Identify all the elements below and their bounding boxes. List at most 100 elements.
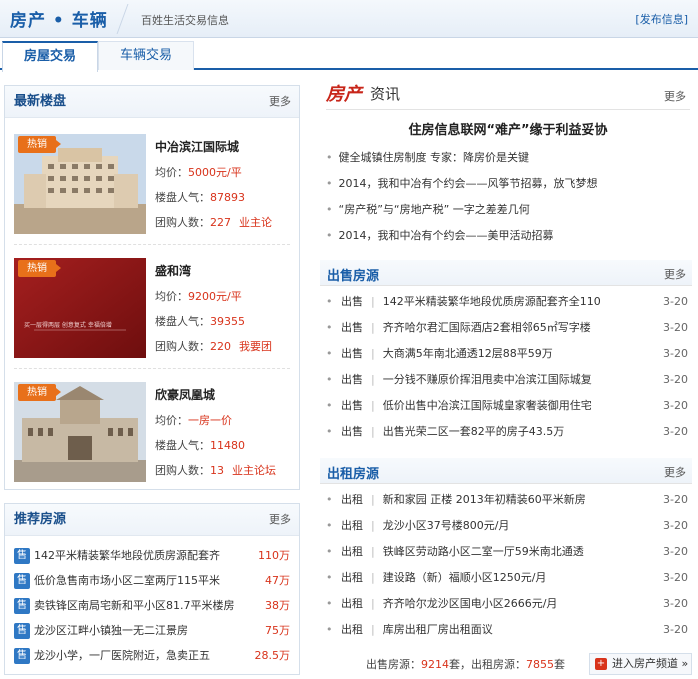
latest-estates-more-link[interactable]: 更多 xyxy=(269,86,291,118)
sale-tag-icon: 售 xyxy=(14,548,30,564)
listing-title[interactable]: 一分钱不赚原价挥泪甩卖中冶滨江国际城复 xyxy=(383,373,592,386)
sale-list-item[interactable]: 出售|一分钱不赚原价挥泪甩卖中冶滨江国际城复 3-20 xyxy=(326,370,688,390)
sale-listings-header: 出售房源 更多 xyxy=(320,260,692,286)
news-headline-link[interactable]: 住房信息联网“难产”缘于利益妥协 xyxy=(326,119,690,138)
listing-title[interactable]: 低价出售中冶滨江国际城皇家奢装御用住宅 xyxy=(383,399,592,412)
estate-group-count: 227 xyxy=(210,216,231,229)
tab-vehicle-trade[interactable]: 车辆交易 xyxy=(98,41,194,70)
owner-forum-link[interactable]: 业主论坛 xyxy=(232,464,276,477)
news-more-link[interactable]: 更多 xyxy=(664,88,686,104)
estate-photo[interactable]: 热销 xyxy=(14,134,146,234)
logo-separator xyxy=(116,4,142,34)
latest-estates-header: 最新楼盘 更多 xyxy=(5,86,299,118)
listing-title[interactable]: 龙沙区江畔小镇独一无二江景房 xyxy=(34,624,188,637)
estate-popularity-row: 楼盘人气：11480 xyxy=(155,437,245,453)
estate-item[interactable]: 买一层得两层 创意复式 幸福倍增 热销 盛和湾 均价：9200元/平 楼盘人气：… xyxy=(5,248,301,368)
listing-title[interactable]: 142平米精装繁华地段优质房源配套齐 xyxy=(34,549,220,562)
listing-date: 3-20 xyxy=(663,347,688,360)
sale-list-item[interactable]: 出售|齐齐哈尔君汇国际酒店2套相邻65㎡写字楼 3-20 xyxy=(326,318,688,338)
listing-title[interactable]: 库房出租厂房出租面议 xyxy=(383,623,493,636)
estate-photo[interactable]: 热销 xyxy=(14,382,146,482)
list-item[interactable]: 售卖铁锋区南局宅新和平小区81.7平米楼房 38万 xyxy=(14,596,294,616)
sale-count-unit: 套， xyxy=(449,658,471,671)
sale-count-label: 出售房源： xyxy=(366,658,421,671)
news-item-link[interactable]: “房产税”与“房地产税” 一字之差差几何 xyxy=(326,201,690,217)
sale-tag-icon: 售 xyxy=(14,573,30,589)
rent-list-item[interactable]: 出租|龙沙小区37号楼800元/月 3-20 xyxy=(326,516,688,536)
listing-type: 出售 xyxy=(341,425,363,438)
listing-title[interactable]: 低价急售南市场小区二室两厅115平米 xyxy=(34,574,220,587)
owner-forum-link[interactable]: 业主论 xyxy=(239,216,272,229)
hot-sale-badge: 热销 xyxy=(18,384,61,401)
listing-date: 3-20 xyxy=(663,571,688,584)
enter-house-channel-label: 进入房产频道 » xyxy=(612,657,689,670)
list-item[interactable]: 售低价急售南市场小区二室两厅115平米 47万 xyxy=(14,571,294,591)
rent-listings-more-link[interactable]: 更多 xyxy=(664,464,686,480)
listing-title[interactable]: 龙沙小区37号楼800元/月 xyxy=(383,519,510,532)
rent-list-item[interactable]: 出租|建设路（新）福顺小区1250元/月 3-20 xyxy=(326,568,688,588)
listing-title[interactable]: 大商满5年南北通透12层88平59万 xyxy=(383,347,553,360)
listing-date: 3-20 xyxy=(663,623,688,636)
sale-count: 9214 xyxy=(421,658,449,671)
publish-info-link[interactable]: [发布信息] xyxy=(635,11,688,27)
list-item[interactable]: 售 142平米精装繁华地段优质房源配套齐 110万 xyxy=(14,546,294,566)
listing-date: 3-20 xyxy=(663,519,688,532)
ad-slogan: 买一层得两层 创意复式 幸福倍增 xyxy=(24,322,112,329)
news-item-link[interactable]: 2014，我和中冶有个约会——美甲活动招募 xyxy=(326,227,690,243)
listing-price: 28.5万 xyxy=(254,649,291,662)
channel-header: 房产 • 车辆 百姓生活交易信息 [发布信息] xyxy=(0,0,698,38)
listing-title[interactable]: 齐齐哈尔龙沙区国电小区2666元/月 xyxy=(383,597,558,610)
news-item-link[interactable]: 2014，我和中冶有个约会——风筝节招募，放飞梦想 xyxy=(326,175,690,191)
list-item[interactable]: 售龙沙区江畔小镇独一无二江景房 75万 xyxy=(14,621,294,641)
listing-type: 出租 xyxy=(341,623,363,636)
listing-date: 3-20 xyxy=(663,373,688,386)
list-item[interactable]: 售龙沙小学，一厂医院附近，急卖正五 28.5万 xyxy=(14,646,294,666)
estate-item[interactable]: 热销 欣豪凤凰城 均价：一房一价 楼盘人气：11480 团购人数：13 业主论坛 xyxy=(5,372,301,492)
tab-house-trade[interactable]: 房屋交易 xyxy=(2,41,98,72)
rent-list-item[interactable]: 出租|库房出租厂房出租面议 3-20 xyxy=(326,620,688,640)
latest-estates-title: 最新楼盘 xyxy=(14,94,67,109)
estate-group-row: 团购人数：220 我要团 xyxy=(155,338,272,354)
sale-list-item[interactable]: 出售|出售光荣二区一套82平的房子43.5万 3-20 xyxy=(326,422,688,442)
listing-price: 47万 xyxy=(265,574,290,587)
hot-sale-badge: 热销 xyxy=(18,136,61,153)
rent-list-item[interactable]: 出租|齐齐哈尔龙沙区国电小区2666元/月 3-20 xyxy=(326,594,688,614)
channel-slogan: 百姓生活交易信息 xyxy=(141,14,229,27)
listing-title[interactable]: 出售光荣二区一套82平的房子43.5万 xyxy=(383,425,565,438)
estate-name-link[interactable]: 中冶滨江国际城 xyxy=(155,138,239,155)
sale-tag-icon: 售 xyxy=(14,623,30,639)
listing-type: 出租 xyxy=(341,597,363,610)
listing-price: 110万 xyxy=(258,549,290,562)
hot-sale-badge: 热销 xyxy=(18,260,61,277)
sale-list-item[interactable]: 出售|低价出售中冶滨江国际城皇家奢装御用住宅 3-20 xyxy=(326,396,688,416)
estate-item[interactable]: 热销 中冶滨江国际城 均价：5000元/平 楼盘人气：87893 团购人数：22… xyxy=(5,124,301,244)
plus-icon: + xyxy=(595,658,607,670)
rent-count-label: 出租房源： xyxy=(471,658,526,671)
rent-list-item[interactable]: 出租|铁峰区劳动路小区二室一厅59米南北通透 3-20 xyxy=(326,542,688,562)
listing-title[interactable]: 铁峰区劳动路小区二室一厅59米南北通透 xyxy=(383,545,584,558)
popularity-label: 楼盘人气： xyxy=(155,315,210,328)
estate-name-link[interactable]: 欣豪凤凰城 xyxy=(155,386,215,403)
recommended-more-link[interactable]: 更多 xyxy=(269,504,291,536)
estate-name-link[interactable]: 盛和湾 xyxy=(155,262,191,279)
listing-title[interactable]: 龙沙小学，一厂医院附近，急卖正五 xyxy=(34,649,210,662)
channel-logo[interactable]: 房产 • 车辆 xyxy=(10,6,108,31)
enter-house-channel-button[interactable]: + 进入房产频道 » xyxy=(589,653,692,675)
sale-listings-more-link[interactable]: 更多 xyxy=(664,266,686,282)
news-item-link[interactable]: 健全城镇住房制度 专家：降房价是关键 xyxy=(326,149,690,165)
listing-date: 3-20 xyxy=(663,597,688,610)
sale-list-item[interactable]: 出售|142平米精装繁华地段优质房源配套齐全110 3-20 xyxy=(326,292,688,312)
group-buy-link[interactable]: 我要团 xyxy=(239,340,272,353)
sale-list-item[interactable]: 出售|大商满5年南北通透12层88平59万 3-20 xyxy=(326,344,688,364)
listing-title[interactable]: 齐齐哈尔君汇国际酒店2套相邻65㎡写字楼 xyxy=(383,321,591,334)
estate-photo[interactable]: 买一层得两层 创意复式 幸福倍增 热销 xyxy=(14,258,146,358)
listing-title[interactable]: 建设路（新）福顺小区1250元/月 xyxy=(383,571,547,584)
rent-list-item[interactable]: 出租|新和家园 正楼 2013年初精装60平米新房 3-20 xyxy=(326,490,688,510)
listing-title[interactable]: 卖铁锋区南局宅新和平小区81.7平米楼房 xyxy=(34,599,235,612)
news-header: 房产 资讯 更多 xyxy=(326,80,690,110)
listing-title[interactable]: 新和家园 正楼 2013年初精装60平米新房 xyxy=(383,493,586,506)
estate-price: 9200元/平 xyxy=(188,290,242,303)
popularity-label: 楼盘人气： xyxy=(155,439,210,452)
listing-title[interactable]: 142平米精装繁华地段优质房源配套齐全110 xyxy=(383,295,601,308)
price-label: 均价： xyxy=(155,166,188,179)
